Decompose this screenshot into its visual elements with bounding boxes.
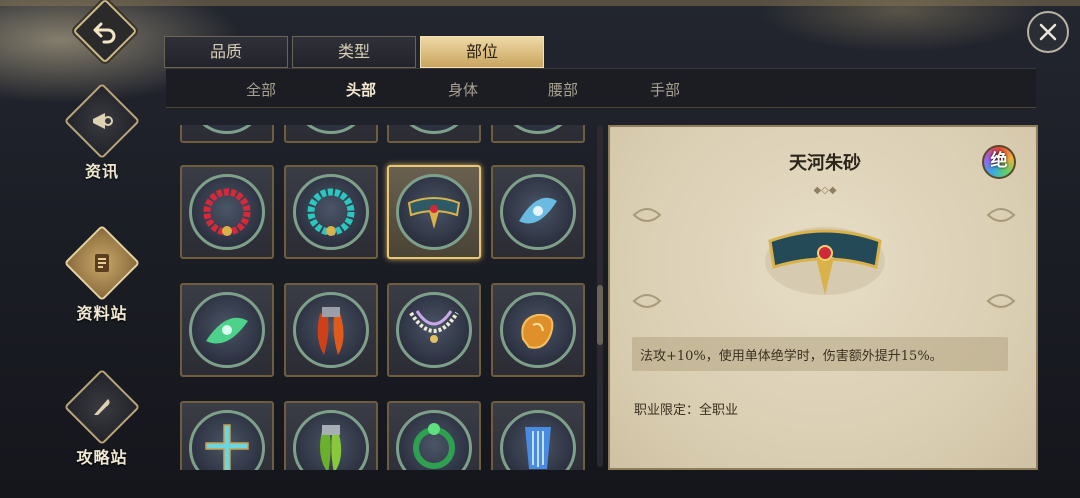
item-title: 天河朱砂: [789, 153, 861, 174]
red-fang-pendant-item[interactable]: [284, 283, 378, 377]
item-grid: [180, 125, 600, 470]
nav-item-guide[interactable]: 攻略站: [58, 368, 146, 468]
subtab-body[interactable]: 身体: [448, 79, 478, 100]
close-icon: [1039, 23, 1057, 41]
tab-quality[interactable]: 品质: [164, 36, 288, 68]
bead-bracelet-icon: [203, 188, 251, 236]
job-restriction: 职业限定：全职业: [634, 403, 739, 418]
flourish-icon: [632, 294, 662, 308]
flourish-icon: [986, 294, 1016, 308]
nav-guide-diamond: [63, 368, 141, 446]
nav-item-database-label: 资料站: [76, 304, 128, 323]
blue-tassel-item[interactable]: [491, 401, 585, 470]
back-button[interactable]: [72, 0, 138, 64]
nav-item-news-label: 资讯: [84, 162, 119, 181]
item-slot-partial[interactable]: [180, 125, 274, 143]
item-slot-partial[interactable]: [284, 125, 378, 143]
subtab-head[interactable]: 头部: [346, 79, 376, 100]
grid-scrollbar[interactable]: [597, 125, 603, 467]
green-fang-icon: [320, 425, 342, 470]
quill-icon: [94, 399, 110, 415]
gold-pendant-item[interactable]: [491, 283, 585, 377]
cross-pendant-icon: [205, 424, 249, 470]
gold-headband-item[interactable]: [387, 165, 481, 259]
rarity-badge: 绝: [982, 145, 1016, 179]
headband-icon: [407, 197, 461, 229]
nav-item-guide-label: 攻略站: [76, 448, 128, 467]
pearl-necklace-item[interactable]: [387, 283, 481, 377]
back-arrow-icon: [93, 22, 116, 44]
tab-slot[interactable]: 部位: [420, 36, 544, 68]
gold-pendant-icon: [521, 313, 554, 349]
slot-subtabs: 全部 头部 身体 腰部 手部: [166, 68, 1036, 108]
green-ring-item[interactable]: [387, 401, 481, 470]
side-nav: 资讯 资料站 攻略站: [0, 0, 150, 498]
subtab-all[interactable]: 全部: [246, 79, 276, 100]
green-jade-ornament-item[interactable]: [180, 283, 274, 377]
tab-type[interactable]: 类型: [292, 36, 416, 68]
jade-ornament-icon: [206, 317, 248, 344]
item-description-bar: 法攻+10%，使用单体绝学时，伤害额外提升15%。: [632, 337, 1008, 371]
headband-large-icon: [765, 227, 885, 295]
item-slot-partial[interactable]: [387, 125, 481, 143]
pearl-necklace-icon: [409, 310, 459, 343]
green-ring-icon: [413, 423, 455, 469]
flourish-icon: [632, 208, 662, 222]
subtab-hand[interactable]: 手部: [650, 79, 680, 100]
item-slot-partial[interactable]: [491, 125, 585, 143]
title-divider: ◆◇◆: [813, 185, 837, 196]
teal-bead-bracelet-item[interactable]: [284, 165, 378, 259]
horn-icon: [93, 113, 113, 129]
jade-ornament-icon: [519, 197, 557, 224]
item-description: 法攻+10%，使用单体绝学时，伤害额外提升15%。: [640, 349, 943, 364]
subtab-waist[interactable]: 腰部: [548, 79, 578, 100]
flourish-icon: [986, 208, 1016, 222]
grid-scroll-thumb[interactable]: [597, 285, 603, 345]
filter-tabs: 品质 类型 部位: [164, 36, 544, 68]
red-bead-bracelet-item[interactable]: [180, 165, 274, 259]
top-ornament: [0, 0, 1080, 6]
blue-tassel-icon: [525, 427, 551, 469]
bead-bracelet-icon: [307, 188, 355, 236]
item-detail-card: 天河朱砂 绝 ◆◇◆ 法攻+10%，使用单体绝学时，伤害额外提升15%。 职业限…: [608, 125, 1038, 470]
nav-item-news[interactable]: 资讯: [58, 82, 146, 182]
equipment-panel: 品质 类型 部位 全部 头部 身体 腰部 手部 天河朱砂 绝 ◆◇◆ 法攻+10…: [150, 30, 1040, 470]
cross-pendant-item[interactable]: [180, 401, 274, 470]
green-fang-item[interactable]: [284, 401, 378, 470]
nav-database-diamond: [63, 224, 141, 302]
scroll-icon: [95, 254, 109, 272]
fang-pendant-icon: [317, 307, 344, 355]
nav-item-database[interactable]: 资料站: [58, 224, 146, 324]
blue-jade-ornament-item[interactable]: [491, 165, 585, 259]
nav-news-diamond: [63, 82, 141, 160]
